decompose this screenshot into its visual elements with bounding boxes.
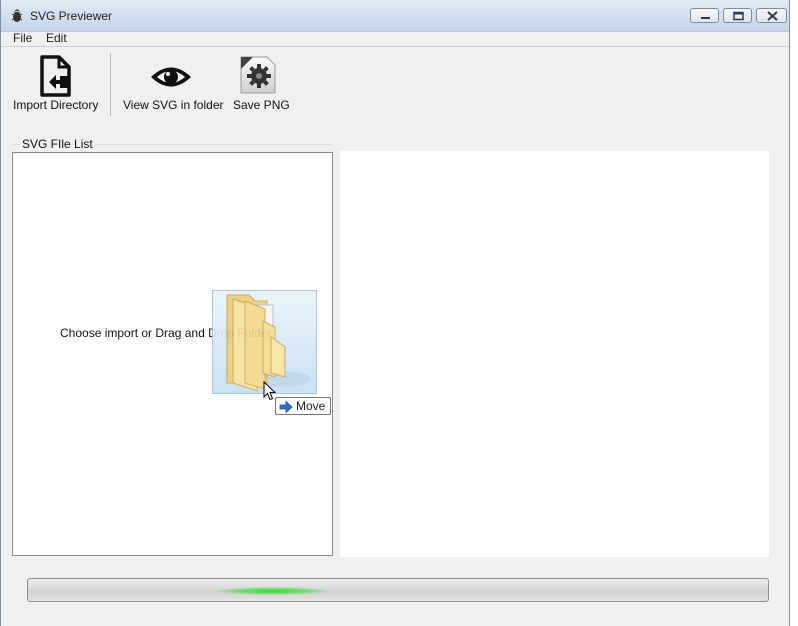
menu-divider <box>1 46 789 47</box>
title-bar[interactable]: SVG Previewer <box>1 0 789 32</box>
arrow-right-icon <box>279 401 293 413</box>
drag-move-tooltip: Move <box>275 397 331 415</box>
dragged-folder <box>212 290 317 394</box>
close-icon <box>767 11 778 21</box>
menu-file[interactable]: File <box>13 31 32 45</box>
svg-preview-pane <box>340 151 769 557</box>
import-directory-button[interactable]: Import Directory <box>9 52 105 116</box>
save-png-label: Save PNG <box>233 98 290 112</box>
save-png-button[interactable]: Save PNG <box>229 52 291 116</box>
close-button[interactable] <box>756 8 787 23</box>
minimize-icon <box>701 17 710 19</box>
progress-indicator <box>218 587 328 595</box>
file-import-icon <box>40 55 71 97</box>
progress-bar <box>27 578 769 602</box>
eye-icon <box>151 67 191 87</box>
file-list-group-label: SVG FIle List <box>20 137 95 151</box>
menu-bar: File Edit <box>1 31 789 46</box>
maximize-icon <box>733 11 744 21</box>
menu-edit[interactable]: Edit <box>46 31 67 45</box>
app-window: SVG Previewer File Edit Import Directory <box>0 0 790 626</box>
bug-icon <box>11 9 23 22</box>
desktop-background <box>790 0 798 626</box>
drag-move-label: Move <box>296 399 326 413</box>
png-gear-icon <box>240 56 276 94</box>
toolbar-separator <box>110 53 111 116</box>
folder-icon <box>226 294 311 392</box>
minimize-button[interactable] <box>690 8 719 23</box>
maximize-button[interactable] <box>723 8 752 23</box>
view-svg-in-folder-label: View SVG in folder <box>123 98 224 112</box>
view-svg-in-folder-button[interactable]: View SVG in folder <box>119 52 225 116</box>
import-directory-label: Import Directory <box>13 98 99 112</box>
window-title: SVG Previewer <box>30 9 113 23</box>
